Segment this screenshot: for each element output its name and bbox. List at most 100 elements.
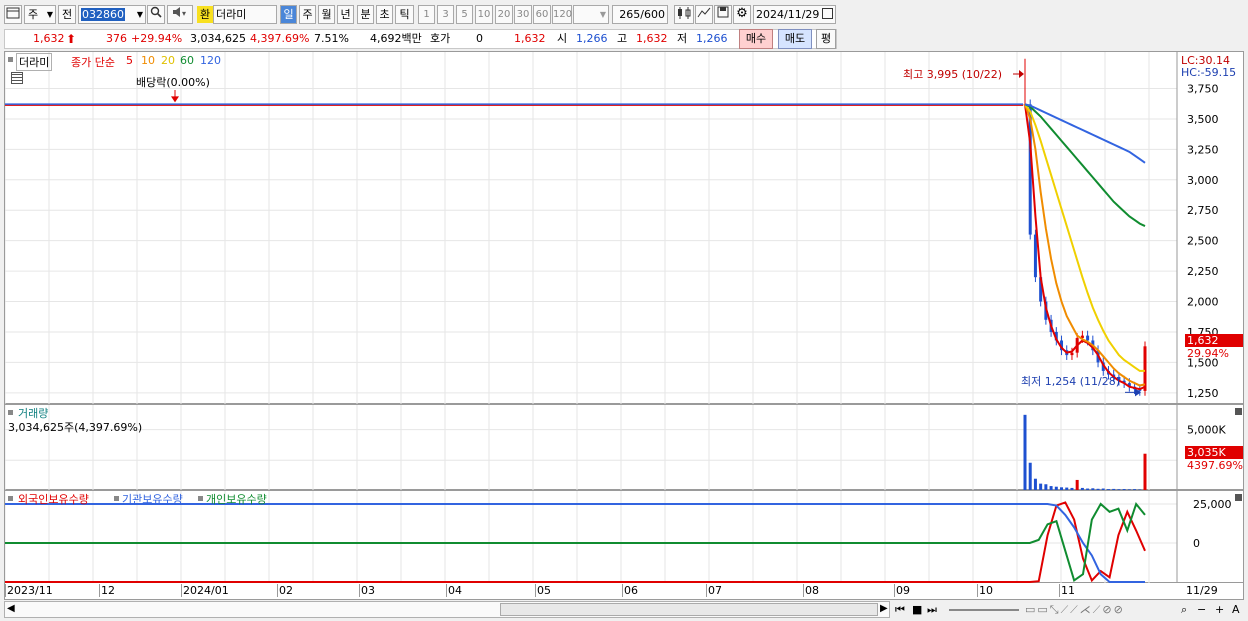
close-icon[interactable] bbox=[1235, 494, 1242, 501]
legend-institution[interactable]: 기관보유수량 bbox=[122, 491, 183, 507]
interval-20[interactable]: 20 bbox=[495, 5, 513, 24]
legend-marker bbox=[114, 496, 119, 501]
svg-text:▾: ▾ bbox=[182, 9, 186, 18]
x-tick-label: 04 bbox=[446, 584, 462, 597]
stop-icon[interactable]: ■ bbox=[912, 601, 922, 618]
holdings-line-2 bbox=[5, 501, 1146, 583]
search-icon[interactable] bbox=[147, 5, 165, 24]
tab-month[interactable]: 월 bbox=[318, 5, 335, 24]
interval-select[interactable]: ▼ bbox=[573, 5, 609, 24]
zoom-slider[interactable] bbox=[949, 609, 1019, 611]
interval-1[interactable]: 1 bbox=[418, 5, 435, 24]
amount-value: 4,692백만 bbox=[370, 32, 422, 45]
date-field[interactable]: 2024/11/29 bbox=[753, 5, 836, 24]
indicator-icon[interactable] bbox=[695, 5, 713, 24]
tab-day[interactable]: 일 bbox=[280, 5, 297, 24]
tab-year[interactable]: 년 bbox=[337, 5, 354, 24]
font-size-icon[interactable]: A bbox=[1232, 601, 1240, 618]
candle-type-icon[interactable] bbox=[674, 5, 694, 24]
y-tick-label: 2,000 bbox=[1187, 296, 1219, 309]
tab-second[interactable]: 초 bbox=[376, 5, 393, 24]
legend-ma-5[interactable]: 5 bbox=[126, 54, 133, 67]
interval-30[interactable]: 30 bbox=[514, 5, 532, 24]
volume-current-pct: 4397.69% bbox=[1187, 459, 1243, 472]
price-chart: 3,750 3,500 3,250 3,000 2,750 2,500 2,250 2,000… bbox=[5, 52, 1219, 405]
type-label: 주 bbox=[28, 8, 39, 21]
tab-tick[interactable]: 틱 bbox=[395, 5, 414, 24]
scroll-thumb[interactable] bbox=[500, 603, 878, 616]
buy-button[interactable]: 매수 bbox=[739, 29, 773, 49]
volume-bar bbox=[1143, 453, 1147, 491]
high-arrow-head bbox=[1019, 70, 1024, 78]
legend-marker bbox=[198, 496, 203, 501]
zoom-icon[interactable]: ⌕ bbox=[1181, 601, 1187, 618]
data-table-icon[interactable] bbox=[11, 72, 23, 84]
interval-3[interactable]: 3 bbox=[437, 5, 454, 24]
legend-ma-120[interactable]: 120 bbox=[200, 54, 221, 67]
first-icon[interactable]: ⏮ bbox=[895, 601, 905, 618]
interval-60[interactable]: 60 bbox=[533, 5, 551, 24]
turnover-value: 7.51% bbox=[314, 32, 349, 45]
interval-10[interactable]: 10 bbox=[475, 5, 493, 24]
type-select[interactable]: 주 ▼ bbox=[24, 5, 56, 24]
ma-line-20 bbox=[1024, 103, 1145, 372]
next-icon[interactable]: ⏭ bbox=[927, 601, 937, 618]
plus-icon[interactable]: + bbox=[1215, 601, 1224, 618]
speaker-icon[interactable]: ▾ bbox=[167, 5, 193, 24]
x-tick-label: 07 bbox=[706, 584, 722, 597]
x-tick-label: 12 bbox=[99, 584, 115, 597]
close-icon[interactable] bbox=[1235, 408, 1242, 415]
legend-ma-text[interactable]: 종가 단순 bbox=[71, 54, 115, 70]
count-field[interactable]: 265/600 bbox=[612, 5, 668, 24]
stock-name-field[interactable]: 더라미 bbox=[213, 5, 277, 24]
volume-current-tag: 3,035K bbox=[1185, 446, 1243, 459]
x-tick-label: 10 bbox=[977, 584, 993, 597]
legend-marker bbox=[8, 410, 13, 415]
gear-icon[interactable]: ⚙ bbox=[733, 5, 751, 24]
up-arrow-icon: ⬆ bbox=[66, 32, 77, 46]
tab-minute[interactable]: 분 bbox=[357, 5, 374, 24]
legend-individual[interactable]: 개인보유수량 bbox=[206, 491, 267, 507]
legend-stock-name[interactable]: 더라미 bbox=[16, 53, 53, 71]
x-tick-label: 09 bbox=[894, 584, 910, 597]
high-value: 1,632 bbox=[636, 32, 668, 45]
count-total: /600 bbox=[640, 8, 665, 21]
x-axis: 2023/11 12 2024/01 02 03 04 05 06 07 08 09 10 11 11/2… bbox=[4, 583, 1244, 600]
scroll-left-arrow[interactable]: ◀ bbox=[7, 603, 15, 614]
volume-bar bbox=[1023, 414, 1027, 491]
y-tick-label: 2,250 bbox=[1187, 265, 1219, 278]
legend-ma-10[interactable]: 10 bbox=[141, 54, 155, 67]
code-input[interactable]: 032860 ▼ bbox=[78, 5, 146, 24]
legend-foreign[interactable]: 외국인보유수량 bbox=[18, 491, 89, 507]
chevron-down-icon: ▼ bbox=[46, 10, 53, 19]
interval-5[interactable]: 5 bbox=[456, 5, 473, 24]
x-tick-label: 05 bbox=[535, 584, 551, 597]
count-value: 265 bbox=[619, 8, 641, 21]
interval-120[interactable]: 120 bbox=[552, 5, 572, 24]
save-icon[interactable] bbox=[714, 5, 732, 24]
y-tick-label: 2,500 bbox=[1187, 235, 1219, 248]
ask-price: 1,632 bbox=[514, 32, 546, 45]
drawing-tools-icon[interactable]: ▭▭⤡⟋⟋⋌⟋⊘⊘ bbox=[1025, 601, 1125, 618]
volume-chart: 5,000K bbox=[5, 405, 1226, 491]
layout-icon[interactable] bbox=[4, 5, 22, 24]
y-tick-label: 1,250 bbox=[1187, 387, 1219, 400]
legend-ma-20[interactable]: 20 bbox=[161, 54, 175, 67]
minus-icon[interactable]: − bbox=[1197, 601, 1206, 618]
tab-week[interactable]: 주 bbox=[299, 5, 316, 24]
chevron-down-icon: ▼ bbox=[599, 10, 606, 19]
y-tick-label: 3,000 bbox=[1187, 174, 1219, 187]
legend-ma-60[interactable]: 60 bbox=[180, 54, 194, 67]
eval-button[interactable]: 평 bbox=[816, 29, 836, 49]
exchange-badge: 환 bbox=[197, 6, 213, 23]
scrollbar[interactable]: ◀ ▶ bbox=[4, 601, 890, 618]
prev-button[interactable]: 전 bbox=[58, 5, 76, 24]
scroll-right-arrow[interactable]: ▶ bbox=[880, 603, 888, 614]
y-tick-label: 25,000 bbox=[1193, 498, 1232, 511]
sell-button[interactable]: 매도 bbox=[778, 29, 812, 49]
candle-body bbox=[1086, 335, 1090, 341]
dividend-arrow-head bbox=[171, 96, 179, 103]
y-tick-label: 3,750 bbox=[1187, 83, 1219, 96]
y-tick-label: 5,000K bbox=[1187, 424, 1226, 437]
holdings-chart-panel: 25,000 0 외국인보유수량 기관보유수량 개인보유수량 bbox=[4, 490, 1244, 584]
